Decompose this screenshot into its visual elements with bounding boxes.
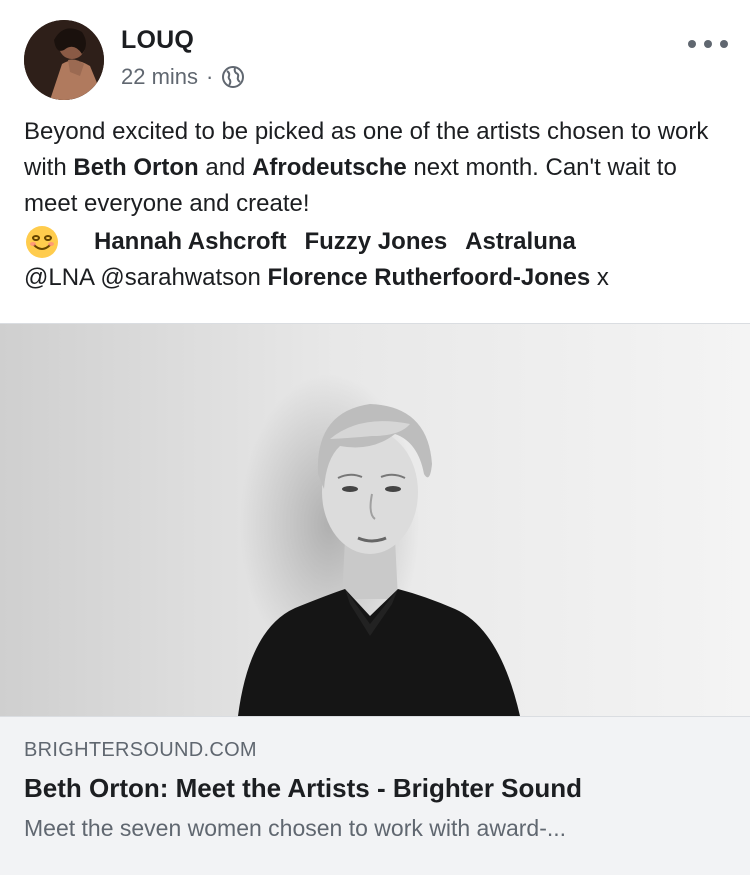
tags-row: Hannah Ashcroft Fuzzy Jones Astraluna bbox=[24, 224, 730, 260]
post-time[interactable]: 22 mins bbox=[121, 64, 198, 90]
smiling-face-emoji-icon bbox=[26, 226, 58, 258]
tags-row-2: @LNA @sarahwatson Florence Rutherfoord-J… bbox=[24, 264, 609, 291]
avatar-photo bbox=[24, 20, 104, 100]
avatar[interactable] bbox=[24, 20, 104, 100]
mention-afrodeutsche[interactable]: Afrodeutsche bbox=[252, 154, 407, 181]
link-description: Meet the seven women chosen to work with… bbox=[24, 815, 567, 841]
post-message: Beyond excited to be picked as one of th… bbox=[24, 118, 709, 217]
more-dots-icon bbox=[720, 40, 728, 48]
author-name[interactable]: LOUQ bbox=[121, 26, 194, 55]
tag-florence-rutherfoord-jones[interactable]: Florence Rutherfoord-Jones bbox=[268, 264, 591, 291]
link-info[interactable]: BRIGHTERSOUND.COM Beth Orton: Meet the A… bbox=[0, 716, 750, 875]
tag-fuzzy-jones[interactable]: Fuzzy Jones bbox=[304, 224, 447, 260]
mention-beth-orton[interactable]: Beth Orton bbox=[73, 154, 198, 181]
tag-hannah-ashcroft[interactable]: Hannah Ashcroft bbox=[94, 224, 286, 260]
link-image[interactable] bbox=[0, 324, 750, 716]
more-dots-icon bbox=[704, 40, 712, 48]
link-domain: BRIGHTERSOUND.COM bbox=[24, 739, 257, 761]
more-dots-icon bbox=[688, 40, 696, 48]
tag-lna-sarahwatson[interactable]: @LNA @sarahwatson bbox=[24, 264, 261, 291]
globe-icon[interactable] bbox=[221, 65, 245, 89]
meta-separator: · bbox=[206, 64, 214, 89]
portrait-photo bbox=[0, 324, 750, 716]
tag-astraluna[interactable]: Astraluna bbox=[465, 224, 576, 260]
post-meta: 22 mins · bbox=[121, 63, 245, 91]
post-body: Beyond excited to be picked as one of th… bbox=[24, 114, 730, 296]
link-title[interactable]: Beth Orton: Meet the Artists - Brighter … bbox=[24, 773, 582, 804]
post-header: LOUQ 22 mins · bbox=[0, 0, 750, 110]
link-preview-card[interactable]: BRIGHTERSOUND.COM Beth Orton: Meet the A… bbox=[0, 323, 750, 875]
more-options-button[interactable] bbox=[688, 32, 728, 56]
